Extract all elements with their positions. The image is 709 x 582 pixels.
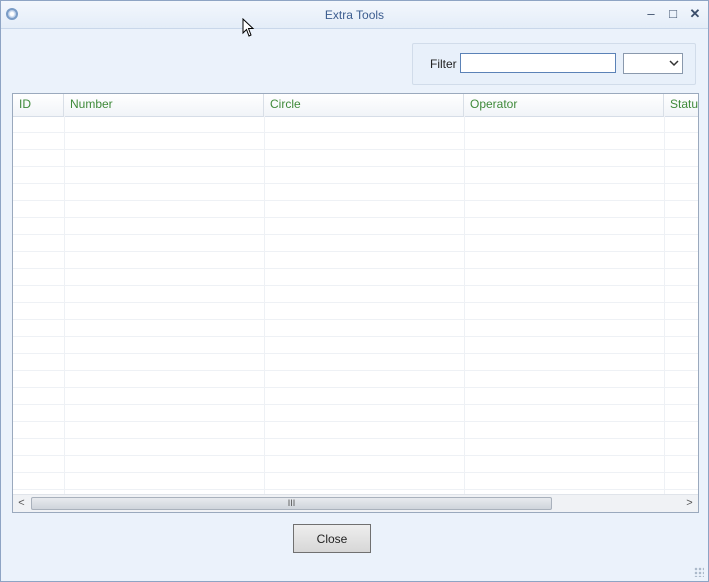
column-header-status[interactable]: Status [664, 94, 698, 116]
extra-tools-window: Extra Tools ‒ □ ✕ Filter ID Number Circl… [0, 0, 709, 582]
table-row[interactable] [13, 269, 698, 286]
column-header-operator[interactable]: Operator [464, 94, 664, 116]
maximize-button[interactable]: □ [663, 5, 683, 23]
close-window-button[interactable]: ✕ [685, 5, 705, 23]
table-row[interactable] [13, 286, 698, 303]
filter-dropdown[interactable] [623, 53, 683, 74]
scroll-thumb[interactable]: III [31, 497, 552, 510]
table-row[interactable] [13, 354, 698, 371]
table-row[interactable] [13, 150, 698, 167]
grid-rows [13, 116, 698, 496]
chevron-down-icon[interactable] [669, 56, 679, 73]
table-row[interactable] [13, 167, 698, 184]
column-divider [64, 116, 65, 496]
table-row[interactable] [13, 116, 698, 133]
scroll-left-button[interactable]: < [13, 495, 30, 512]
table-row[interactable] [13, 184, 698, 201]
scroll-right-button[interactable]: > [681, 495, 698, 512]
table-row[interactable] [13, 252, 698, 269]
table-row[interactable] [13, 388, 698, 405]
data-grid[interactable]: ID Number Circle Operator Status < III > [12, 93, 699, 513]
table-row[interactable] [13, 201, 698, 218]
table-row[interactable] [13, 235, 698, 252]
filter-panel: Filter [412, 43, 696, 85]
table-row[interactable] [13, 456, 698, 473]
table-row[interactable] [13, 337, 698, 354]
table-row[interactable] [13, 405, 698, 422]
column-header-circle[interactable]: Circle [264, 94, 464, 116]
resize-grip-icon[interactable] [694, 567, 704, 577]
horizontal-scrollbar[interactable]: < III > [13, 494, 698, 512]
grid-header: ID Number Circle Operator Status [13, 94, 698, 117]
column-divider [464, 116, 465, 496]
column-divider [664, 116, 665, 496]
title-bar[interactable]: Extra Tools ‒ □ ✕ [1, 1, 708, 29]
table-row[interactable] [13, 320, 698, 337]
window-title: Extra Tools [324, 8, 385, 22]
filter-input[interactable] [460, 53, 616, 73]
table-row[interactable] [13, 371, 698, 388]
table-row[interactable] [13, 133, 698, 150]
table-row[interactable] [13, 303, 698, 320]
table-row[interactable] [13, 218, 698, 235]
column-divider [264, 116, 265, 496]
close-button[interactable]: Close [293, 524, 371, 553]
table-row[interactable] [13, 422, 698, 439]
filter-label: Filter [430, 57, 457, 71]
table-row[interactable] [13, 439, 698, 456]
column-header-number[interactable]: Number [64, 94, 264, 116]
minimize-button[interactable]: ‒ [641, 5, 661, 23]
table-row[interactable] [13, 473, 698, 490]
column-header-id[interactable]: ID [13, 94, 64, 116]
